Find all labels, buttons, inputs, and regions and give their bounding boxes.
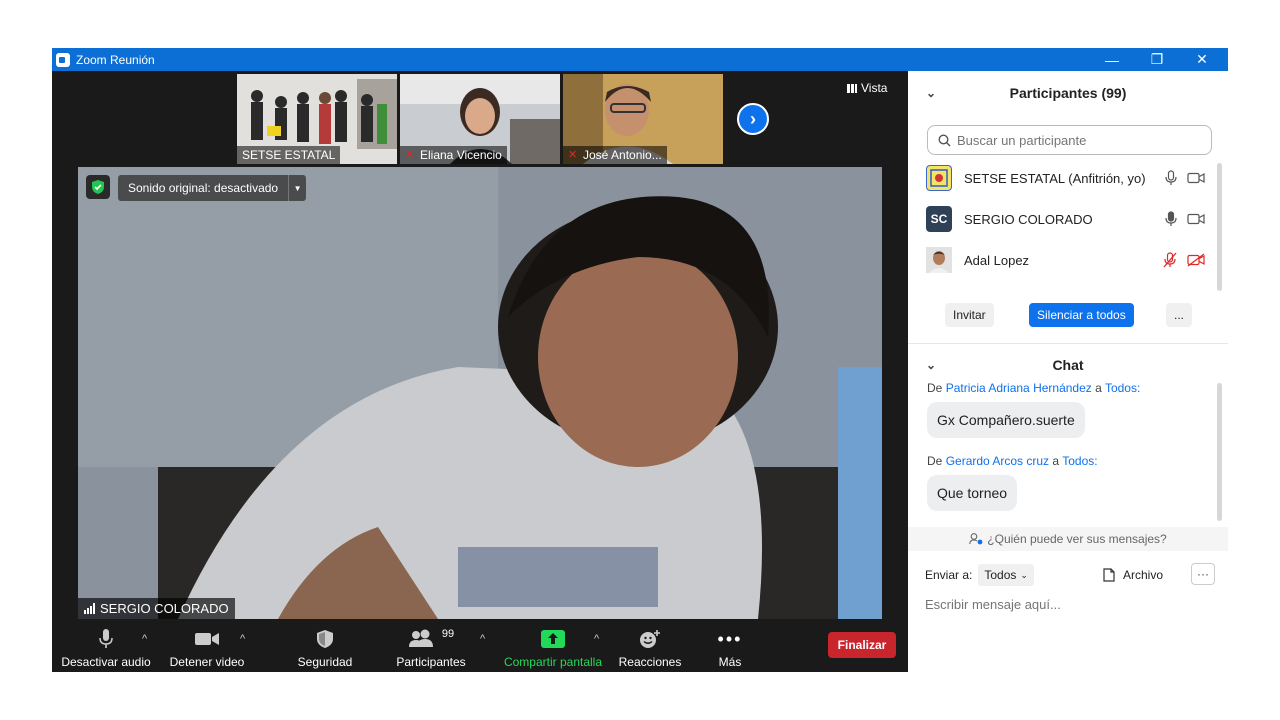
chat-scrollbar[interactable] bbox=[1217, 383, 1222, 521]
participant-row[interactable]: SC SERGIO COLORADO bbox=[926, 204, 1211, 234]
chat-header: ⌄ Chat bbox=[926, 357, 1084, 373]
reactions-button[interactable]: Reacciones bbox=[616, 627, 684, 669]
thumbnail-name: ✕ José Antonio... bbox=[563, 146, 667, 164]
more-options-button[interactable]: ... bbox=[1166, 303, 1193, 327]
message-bubble: Que torneo bbox=[927, 475, 1018, 511]
mic-muted-icon[interactable] bbox=[1163, 252, 1177, 268]
search-icon bbox=[938, 133, 951, 146]
avatar: SC bbox=[926, 206, 952, 232]
send-to-select[interactable]: Todos ⌄ bbox=[978, 564, 1034, 586]
participants-options-chevron-icon[interactable]: ^ bbox=[480, 633, 485, 645]
avatar bbox=[926, 165, 952, 191]
original-sound-toggle[interactable]: Sonido original: desactivado ▼ bbox=[118, 175, 307, 201]
main-video-tile[interactable]: Sonido original: desactivado ▼ SERGIO CO… bbox=[78, 167, 882, 619]
shield-check-icon bbox=[92, 180, 104, 194]
person-eye-icon bbox=[969, 533, 983, 545]
video-off-icon[interactable] bbox=[1187, 253, 1205, 267]
org-logo-icon bbox=[930, 169, 948, 187]
thumbnail-jose-antonio[interactable]: ✕ José Antonio... bbox=[563, 74, 723, 164]
chat-more-button[interactable]: ··· bbox=[1191, 563, 1215, 585]
participant-row[interactable]: SETSE ESTATAL (Anfitrión, yo) bbox=[926, 163, 1211, 193]
shield-icon bbox=[316, 627, 334, 651]
more-button[interactable]: ••• Más bbox=[710, 627, 750, 670]
participants-button[interactable]: 99 Participantes bbox=[394, 627, 468, 669]
chevron-down-icon[interactable]: ⌄ bbox=[926, 86, 936, 100]
file-button[interactable]: Archivo bbox=[1103, 563, 1163, 587]
signal-bars-icon bbox=[84, 603, 95, 614]
zoom-window: Zoom Reunión — ❐ ✕ SETSE ESTATAL ✕ Elian… bbox=[52, 48, 1228, 672]
share-options-chevron-icon[interactable]: ^ bbox=[594, 633, 599, 645]
participant-actions: Invitar Silenciar a todos ... bbox=[908, 303, 1228, 329]
chevron-down-icon[interactable]: ▼ bbox=[288, 175, 306, 201]
participant-list: SETSE ESTATAL (Anfitrión, yo) SC SERGIO … bbox=[908, 163, 1228, 291]
speaker-name-label: SERGIO COLORADO bbox=[78, 598, 235, 619]
zoom-app-icon bbox=[56, 52, 70, 67]
meeting-toolbar: Desactivar audio ^ Detener video ^ Segur… bbox=[52, 621, 908, 672]
window-title: Zoom Reunión bbox=[76, 52, 155, 67]
ellipsis-icon: ··· bbox=[1197, 567, 1209, 581]
close-button[interactable]: ✕ bbox=[1179, 48, 1225, 71]
video-camera-icon bbox=[194, 627, 220, 651]
message-bubble: Gx Compañero.suerte bbox=[927, 402, 1085, 438]
message-sender: De Gerardo Arcos cruz a Todos: bbox=[927, 454, 1098, 468]
chat-message-input[interactable] bbox=[925, 593, 1215, 615]
thumbnail-name: ✕ Eliana Vicencio bbox=[400, 146, 507, 164]
participant-search[interactable] bbox=[927, 125, 1212, 155]
participants-icon: 99 bbox=[408, 627, 454, 651]
view-button[interactable]: Vista bbox=[847, 81, 887, 95]
smiley-plus-icon bbox=[639, 627, 661, 651]
mic-muted-icon: ✕ bbox=[568, 149, 578, 161]
mute-audio-button[interactable]: Desactivar audio bbox=[61, 627, 151, 669]
chevron-down-icon: ⌄ bbox=[1020, 569, 1028, 580]
video-options-chevron-icon[interactable]: ^ bbox=[240, 633, 245, 645]
chevron-down-icon[interactable]: ⌄ bbox=[926, 358, 936, 372]
send-to-row: Enviar a: Todos ⌄ Archivo ··· bbox=[925, 563, 1215, 587]
invite-button[interactable]: Invitar bbox=[945, 303, 994, 327]
chevron-right-icon: › bbox=[750, 108, 756, 129]
chat-messages: De Patricia Adriana Hernández a Todos: G… bbox=[908, 383, 1228, 523]
security-button[interactable]: Seguridad bbox=[292, 627, 358, 669]
video-area: SETSE ESTATAL ✕ Eliana Vicencio ✕ José A… bbox=[52, 71, 908, 672]
mic-muted-icon: ✕ bbox=[405, 149, 415, 161]
mute-all-button[interactable]: Silenciar a todos bbox=[1029, 303, 1134, 327]
next-page-button[interactable]: › bbox=[737, 103, 769, 135]
video-camera-icon[interactable] bbox=[1187, 172, 1205, 184]
microphone-icon[interactable] bbox=[1165, 170, 1177, 186]
restore-button[interactable]: ❐ bbox=[1134, 48, 1180, 71]
thumbnail-setse-estatal[interactable]: SETSE ESTATAL bbox=[237, 74, 397, 164]
minimize-button[interactable]: — bbox=[1089, 48, 1135, 71]
participant-list-scrollbar[interactable] bbox=[1217, 163, 1222, 291]
participant-row[interactable]: Adal Lopez bbox=[926, 245, 1211, 275]
video-camera-icon[interactable] bbox=[1187, 213, 1205, 225]
share-screen-button[interactable]: Compartir pantalla bbox=[500, 627, 606, 669]
person-photo-icon bbox=[926, 247, 952, 273]
speaker-video-image bbox=[78, 167, 882, 619]
side-panel: ⌄ Participantes (99) SETSE ESTATAL (Anfi… bbox=[908, 71, 1228, 672]
share-screen-icon bbox=[541, 627, 565, 651]
thumbnail-eliana-vicencio[interactable]: ✕ Eliana Vicencio bbox=[400, 74, 560, 164]
stop-video-button[interactable]: Detener video bbox=[166, 627, 248, 669]
message-sender: De Patricia Adriana Hernández a Todos: bbox=[927, 383, 1141, 395]
title-bar: Zoom Reunión — ❐ ✕ bbox=[52, 48, 1228, 71]
participants-header: ⌄ Participantes (99) bbox=[926, 85, 1127, 101]
encryption-shield-icon[interactable] bbox=[86, 175, 110, 199]
thumbnail-name: SETSE ESTATAL bbox=[237, 146, 341, 164]
file-icon bbox=[1103, 568, 1115, 582]
search-input[interactable] bbox=[957, 132, 1197, 148]
microphone-icon bbox=[98, 627, 114, 651]
grid-icon bbox=[847, 83, 857, 93]
audio-options-chevron-icon[interactable]: ^ bbox=[142, 633, 147, 645]
avatar bbox=[926, 247, 952, 273]
microphone-icon[interactable] bbox=[1165, 211, 1177, 227]
who-can-see-link[interactable]: ¿Quién puede ver sus mensajes? bbox=[908, 527, 1228, 551]
end-meeting-button[interactable]: Finalizar bbox=[828, 632, 896, 658]
ellipsis-icon: ••• bbox=[717, 628, 743, 649]
